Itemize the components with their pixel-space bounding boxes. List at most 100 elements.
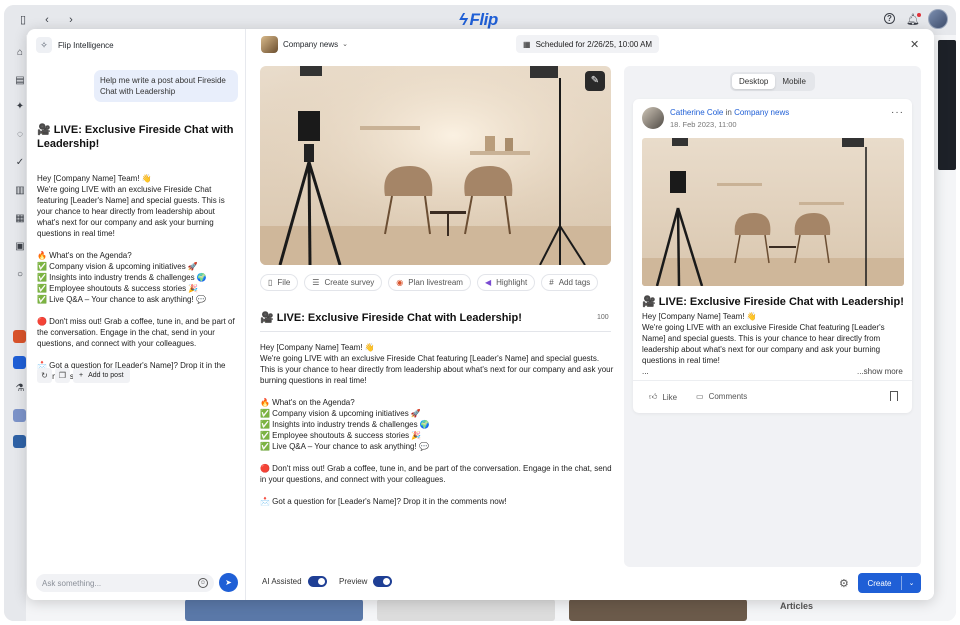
sparkle-icon: ✧ [36,37,52,53]
add-tags-button[interactable]: # Add tags [541,274,599,291]
like-button[interactable]: 👍︎ Like [649,392,677,402]
help-icon[interactable]: ? [884,13,895,24]
copy-icon[interactable]: ❐ [55,368,70,383]
media-icon[interactable]: ▣ [14,241,26,253]
preview-label: Preview [339,577,368,586]
preview-ellipsis: ... [642,367,649,376]
user-prompt-bubble: Help me write a post about Fireside Chat… [94,70,238,102]
preview-channel[interactable]: Company news [734,108,789,117]
studio-scene-image [260,66,611,265]
author-avatar [642,107,664,129]
channel-selector[interactable]: Company news ⌄ [261,35,348,53]
show-more-link[interactable]: ...show more [857,367,903,376]
title-underline [260,331,611,332]
preview-image [642,138,904,286]
check-icon[interactable]: ✓ [14,157,26,169]
send-button[interactable]: ➤ [219,573,238,592]
chip-label: File [277,278,291,287]
add-to-post-button[interactable]: + Add to post [73,368,130,383]
chevron-down-icon: ⌄ [342,41,349,48]
gear-icon[interactable]: ⚙ [839,577,849,590]
post-body-input[interactable]: Hey [Company Name] Team! 👋 We're going L… [260,342,614,507]
post-preview-panel: Desktop Mobile Catherine Cole in Company… [624,66,921,567]
app-shortcut-icon[interactable] [13,330,26,343]
background-tile [569,599,747,621]
create-survey-button[interactable]: ☰ Create survey [304,274,383,291]
dialog-footer: AI Assisted Preview ⚙ Create ⌄ [246,567,934,600]
channel-name: Company news [283,39,339,49]
hash-icon: # [549,278,554,287]
articles-label: Articles [780,601,814,611]
avatar[interactable] [928,9,948,29]
forward-icon[interactable]: › [64,13,78,27]
highlight-button[interactable]: ◀ Highlight [476,274,536,291]
back-icon[interactable]: ‹ [40,13,54,27]
ai-panel-title: Flip Intelligence [58,40,114,50]
card-divider [633,380,912,381]
post-tools: ▯ File ☰ Create survey ◉ Plan livestream ◀ H… [260,274,599,291]
ai-response-actions: ↻ ❐ + Add to post [37,368,130,383]
notification-dot [917,13,921,17]
book-icon[interactable]: ▥ [14,185,26,197]
regenerate-icon[interactable]: ↻ [37,368,52,383]
app-shortcut-icon[interactable] [13,409,26,422]
add-to-post-label: Add to post [88,372,124,379]
tab-desktop[interactable]: Desktop [732,74,776,89]
ai-assisted-toggle[interactable] [307,576,327,587]
app-shortcut-icon[interactable] [13,435,26,448]
create-button[interactable]: Create ⌄ [858,573,921,593]
calendar-icon[interactable]: ▦ [14,213,26,225]
tab-mobile[interactable]: Mobile [775,74,813,89]
chip-label: Add tags [558,278,591,287]
post-date: 18. Feb 2023, 11:00 [670,120,737,129]
sidebar-toggle-icon[interactable]: ▯ [16,13,30,27]
file-icon: ▯ [268,278,273,287]
comments-button[interactable]: ▭ Comments [696,392,747,401]
ask-input[interactable]: Ask something... ☺ [36,574,214,592]
author-name[interactable]: Catherine Cole [670,108,723,117]
background-tile [185,599,363,621]
preview-title: 🎥 LIVE: Exclusive Fireside Chat with Lea… [642,296,904,308]
post-editor: Company news ⌄ ✎ ▯ File ☰ Create survey … [246,29,624,600]
close-icon[interactable]: ✕ [910,38,919,51]
chat-icon[interactable]: ◌ [14,129,26,141]
flask-icon[interactable]: ⚗ [14,383,26,395]
author-line: Catherine Cole in Company news [670,108,789,117]
thumbs-up-icon: 👍︎ [649,392,658,401]
inbox-icon[interactable]: ▤ [14,75,26,87]
preview-excerpt: Hey [Company Name] Team! 👋 We're going L… [642,312,885,365]
ai-panel-header: ✧ Flip Intelligence [36,36,114,54]
survey-icon: ☰ [312,278,320,287]
post-title-input[interactable]: 🎥 LIVE: Exclusive Fireside Chat with Lea… [260,311,590,324]
emoji-icon[interactable]: ☺ [198,578,208,588]
ai-response: 🎥 LIVE: Exclusive Fireside Chat with Lea… [37,112,237,393]
megaphone-icon: ◀ [484,278,492,287]
device-toggle: Desktop Mobile [730,72,815,91]
chip-label: Highlight [496,278,528,287]
pencil-icon[interactable]: ✎ [585,71,605,91]
post-image[interactable]: ✎ [260,66,611,265]
chevron-down-icon[interactable]: ⌄ [902,579,921,587]
ai-assisted-toggle-group: AI Assisted [262,576,327,587]
background-panel [938,40,956,170]
preview-toggle[interactable] [373,576,393,587]
sparkle-icon[interactable]: ✦ [14,101,26,113]
preview-card: Catherine Cole in Company news 18. Feb 2… [633,99,912,413]
app-shortcut-icon[interactable] [13,356,26,369]
home-icon[interactable]: ⌂ [14,47,26,59]
channel-avatar [261,35,278,53]
file-button[interactable]: ▯ File [260,274,299,291]
ai-response-heading: 🎥 LIVE: Exclusive Fireside Chat with Lea… [37,124,234,150]
bookmark-icon[interactable] [890,391,898,401]
ai-response-body: Hey [Company Name] Team! 👋 We're going L… [37,174,235,381]
more-options-icon[interactable]: ··· [891,107,904,118]
schedule-button[interactable]: ▦ Scheduled for 2/26/25, 10:00 AM [516,35,660,53]
ai-assisted-label: AI Assisted [262,577,302,586]
plan-livestream-button[interactable]: ◉ Plan livestream [388,274,471,291]
livestream-icon: ◉ [396,278,404,287]
comment-icon: ▭ [696,392,704,401]
background-tile [377,599,555,621]
preview-toggle-group: Preview [339,576,393,587]
search-icon[interactable]: ○ [14,269,26,281]
create-post-dialog: ✧ Flip Intelligence Help me write a post… [27,29,934,600]
